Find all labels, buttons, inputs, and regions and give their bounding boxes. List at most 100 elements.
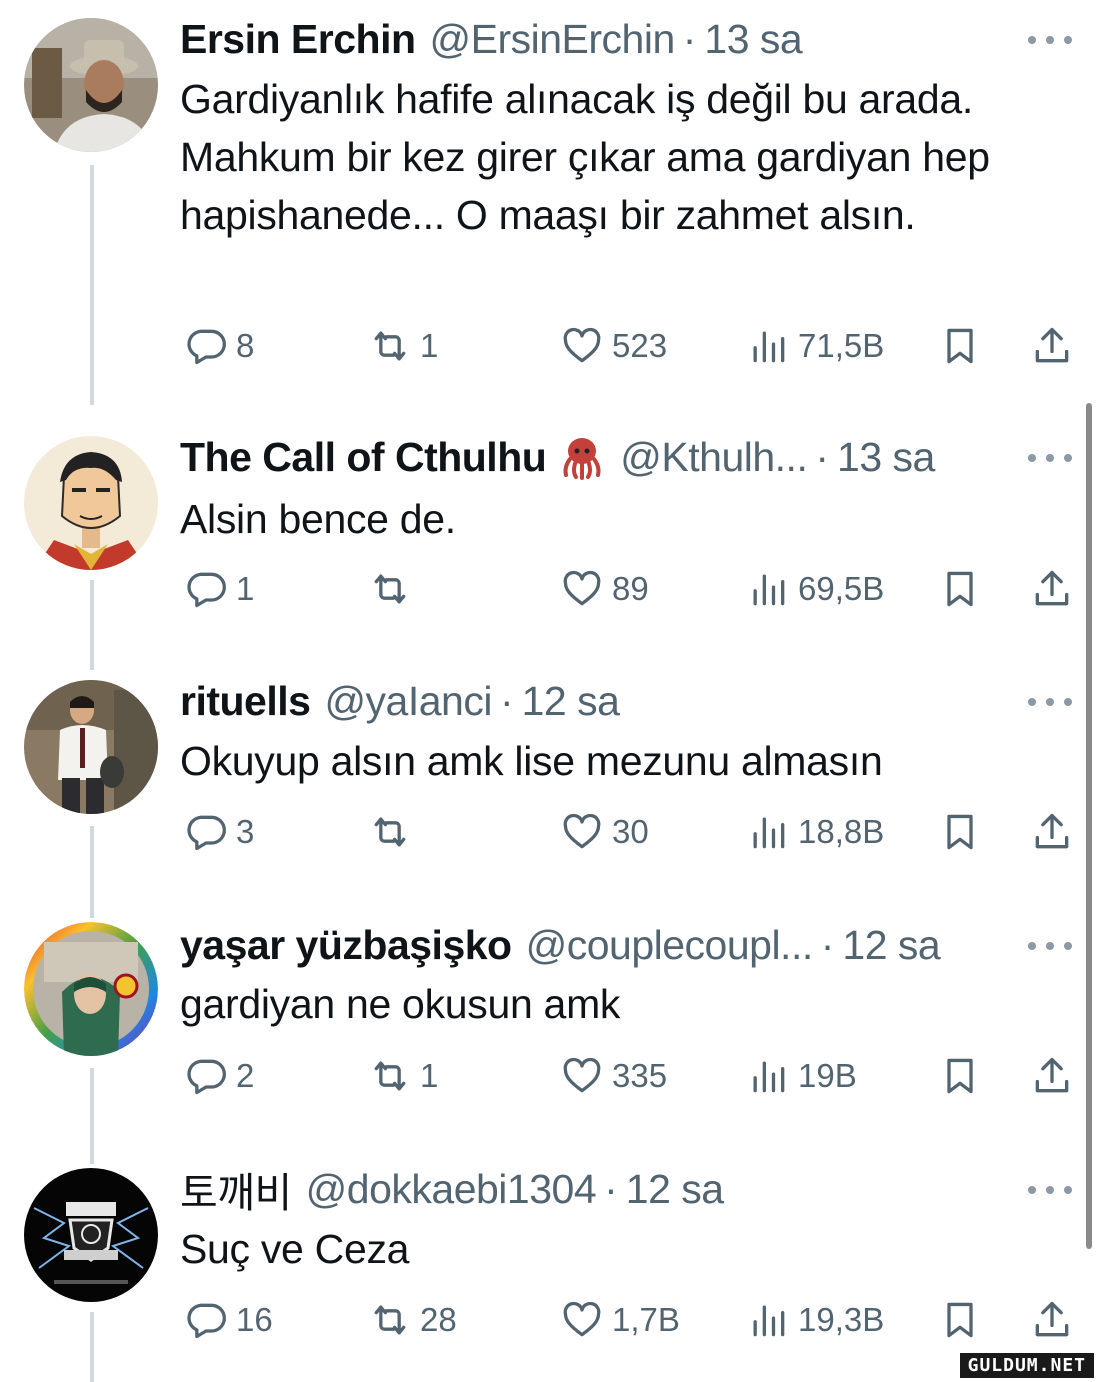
author-name[interactable]: The Call of Cthulhu [180, 434, 547, 481]
share-icon [1035, 570, 1069, 606]
reply-icon [187, 1303, 226, 1339]
retweet-button[interactable] [368, 559, 420, 619]
bookmark-button[interactable] [938, 1290, 982, 1350]
heart-icon [563, 1301, 601, 1337]
bookmark-icon [947, 1302, 973, 1338]
avatar-image [24, 1168, 158, 1302]
share-icon [1035, 1301, 1069, 1337]
views-button[interactable]: 19,3B [746, 1290, 884, 1350]
bookmark-icon [947, 571, 973, 607]
views-icon [753, 1305, 785, 1337]
views-button[interactable]: 71,5B [746, 316, 884, 376]
like-count: 89 [612, 570, 649, 607]
bookmark-button[interactable] [938, 559, 982, 619]
like-count: 1,7B [612, 1301, 680, 1338]
views-button[interactable]: 19B [746, 1046, 857, 1106]
reply-button[interactable]: 3 [184, 802, 254, 862]
retweet-icon [374, 817, 406, 847]
tweet-header: rituells @yaIanci · 12 sa [180, 676, 620, 726]
reply-count: 16 [236, 1301, 273, 1338]
action-bar: 2 1 335 19B [0, 1046, 1100, 1106]
avatar-image [24, 18, 158, 152]
author-handle[interactable]: @yaIanci [324, 678, 492, 725]
share-button[interactable] [1030, 559, 1074, 619]
watermark: GULDUM.NET [959, 1353, 1094, 1378]
avatar[interactable] [24, 922, 158, 1056]
more-icon[interactable] [1028, 936, 1072, 956]
bookmark-icon [947, 814, 973, 850]
reply-button[interactable]: 1 [184, 559, 254, 619]
octopus-emoji-icon [558, 433, 606, 481]
tweet-text: Gardiyanlık hafife alınacak iş değil bu … [180, 76, 990, 238]
share-button[interactable] [1030, 802, 1074, 862]
author-name[interactable]: yaşar yüzbaşişko [180, 922, 512, 969]
timestamp[interactable]: 13 sa [837, 434, 935, 481]
timestamp[interactable]: 13 sa [704, 16, 802, 63]
views-count: 69,5B [798, 570, 885, 607]
share-button[interactable] [1030, 316, 1074, 376]
timestamp[interactable]: 12 sa [522, 678, 620, 725]
like-button[interactable]: 523 [560, 316, 667, 376]
avatar-image [24, 680, 158, 814]
more-icon[interactable] [1028, 1180, 1072, 1200]
bookmark-icon [947, 1058, 973, 1094]
retweet-count: 1 [420, 327, 439, 364]
share-button[interactable] [1030, 1290, 1074, 1350]
more-icon[interactable] [1028, 692, 1072, 712]
retweet-count: 28 [420, 1301, 457, 1338]
retweet-button[interactable]: 1 [368, 316, 438, 376]
tweet-text: Alsin bence de. [180, 496, 456, 542]
timestamp[interactable]: 12 sa [842, 922, 940, 969]
like-button[interactable]: 1,7B [560, 1290, 680, 1350]
timestamp[interactable]: 12 sa [626, 1166, 724, 1213]
retweet-button[interactable] [368, 802, 420, 862]
author-name[interactable]: rituells [180, 678, 311, 725]
views-count: 19,3B [798, 1301, 885, 1338]
reply-button[interactable]: 8 [184, 316, 254, 376]
retweet-icon [374, 574, 406, 604]
like-button[interactable]: 30 [560, 802, 649, 862]
separator-dot: · [820, 921, 835, 968]
tweet-header: The Call of Cthulhu @Kthulh... · 13 sa [180, 432, 935, 482]
share-button[interactable] [1030, 1046, 1074, 1106]
separator-dot: · [682, 15, 697, 62]
reply-button[interactable]: 16 [184, 1290, 273, 1350]
scrollbar[interactable] [1086, 403, 1092, 1249]
more-icon[interactable] [1028, 448, 1072, 468]
retweet-button[interactable]: 1 [368, 1046, 438, 1106]
views-count: 71,5B [798, 327, 885, 364]
author-name[interactable]: Ersin Erchin [180, 16, 416, 63]
like-button[interactable]: 335 [560, 1046, 667, 1106]
tweet-text: gardiyan ne okusun amk [180, 981, 621, 1027]
views-button[interactable]: 18,8B [746, 802, 884, 862]
share-icon [1035, 813, 1069, 849]
bookmark-button[interactable] [938, 316, 982, 376]
views-icon [753, 331, 785, 363]
like-button[interactable]: 89 [560, 559, 649, 619]
author-handle[interactable]: @couplecoupl... [526, 922, 814, 969]
author-handle[interactable]: @dokkaebi1304 [306, 1166, 597, 1213]
action-bar: 1 89 69,5B [0, 559, 1100, 619]
avatar[interactable] [24, 1168, 158, 1302]
action-bar: 3 30 18,8B [0, 802, 1100, 862]
avatar[interactable] [24, 18, 158, 152]
views-button[interactable]: 69,5B [746, 559, 884, 619]
avatar[interactable] [24, 436, 158, 570]
like-count: 30 [612, 813, 649, 850]
avatar-image [24, 922, 158, 1056]
separator-dot: · [499, 677, 514, 724]
bookmark-button[interactable] [938, 1046, 982, 1106]
reply-button[interactable]: 2 [184, 1046, 254, 1106]
reply-icon [187, 1059, 226, 1095]
tweet-text: Suç ve Ceza [180, 1226, 410, 1272]
retweet-button[interactable]: 28 [368, 1290, 457, 1350]
author-handle[interactable]: @ErsinErchin [430, 16, 676, 63]
avatar[interactable] [24, 680, 158, 814]
separator-dot: · [815, 433, 830, 480]
more-icon[interactable] [1028, 30, 1072, 50]
share-icon [1035, 1057, 1069, 1093]
author-name[interactable]: 토깨비 [180, 1159, 292, 1219]
author-handle[interactable]: @Kthulh... [620, 434, 808, 481]
bookmark-button[interactable] [938, 802, 982, 862]
tweet-header: Ersin Erchin @ErsinErchin · 13 sa [180, 14, 803, 64]
